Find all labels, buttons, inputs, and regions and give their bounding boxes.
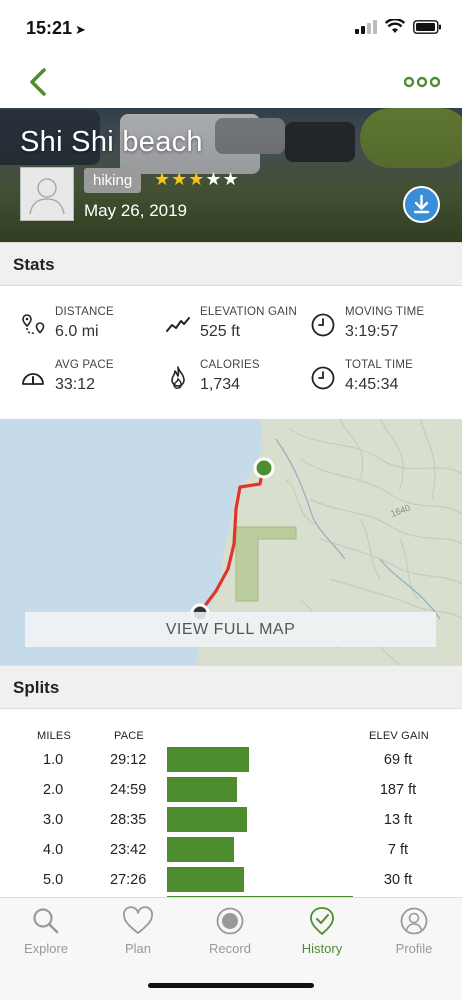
tab-label: Plan	[124, 941, 152, 956]
split-pace-bar	[167, 867, 244, 892]
stat-value: 4:45:34	[345, 376, 399, 393]
split-elev-gain: 187 ft	[379, 782, 417, 798]
star-empty-icon: ★★	[205, 169, 240, 189]
profile-icon	[400, 907, 428, 935]
clock-icon	[311, 366, 335, 390]
battery-icon	[413, 19, 441, 34]
stat-value: 3:19:57	[345, 323, 399, 340]
back-button[interactable]	[24, 64, 54, 100]
record-icon	[216, 907, 244, 935]
stat-label: AVG PACE	[55, 359, 114, 371]
stat-calories: CALORIES 1,734	[165, 359, 305, 403]
split-pace: 28:35	[110, 812, 147, 828]
hero-banner: Shi Shi beach hiking ★★★★★ May 26, 2019	[0, 108, 462, 242]
column-header-miles: MILES	[37, 730, 72, 742]
stat-label: CALORIES	[200, 359, 260, 371]
split-mile: 1.0	[43, 752, 64, 768]
tab-profile[interactable]: Profile	[368, 906, 460, 966]
status-bar: 15:21 ➤	[0, 0, 462, 58]
stat-moving-time: MOVING TIME 3:19:57	[310, 306, 450, 350]
stat-avg-pace: AVG PACE 33:12	[20, 359, 160, 403]
split-elev-gain: 69 ft	[383, 752, 413, 768]
signal-icon	[355, 19, 377, 34]
chevron-left-icon	[30, 68, 46, 96]
trail-title: Shi Shi beach	[20, 126, 203, 158]
stat-value: 525 ft	[200, 323, 241, 340]
flame-icon	[171, 366, 185, 389]
stat-value: 6.0 mi	[55, 323, 99, 340]
column-header-elev-gain: ELEV GAIN	[369, 730, 429, 742]
more-dots-icon	[403, 76, 441, 88]
view-full-map-button[interactable]: VIEW FULL MAP	[25, 612, 436, 647]
split-pace: 29:12	[110, 752, 147, 768]
more-button[interactable]	[403, 72, 441, 92]
stat-label: DISTANCE	[55, 306, 114, 318]
tab-label: Record	[209, 941, 251, 956]
tab-label: History	[301, 941, 343, 956]
nav-bar	[0, 58, 462, 108]
activity-badge: hiking	[84, 168, 142, 193]
split-pace-bar	[167, 747, 249, 772]
split-mile: 5.0	[43, 872, 64, 888]
download-button[interactable]	[403, 186, 440, 223]
stats-grid: DISTANCE 6.0 mi ELEVATION GAIN 525 ft MO…	[0, 286, 462, 419]
distance-icon	[22, 314, 45, 335]
split-pace: 24:59	[110, 782, 147, 798]
clock-icon	[311, 313, 335, 337]
stat-label: ELEVATION GAIN	[200, 306, 297, 318]
stat-label: MOVING TIME	[345, 306, 425, 318]
split-pace: 23:42	[110, 842, 147, 858]
tab-history[interactable]: History	[276, 906, 368, 966]
stat-total-time: TOTAL TIME 4:45:34	[310, 359, 450, 403]
split-pace-bar	[167, 777, 237, 802]
tab-plan[interactable]: Plan	[92, 906, 184, 966]
search-icon	[33, 908, 59, 934]
stat-value: 33:12	[55, 376, 96, 393]
tab-label: Explore	[23, 941, 69, 956]
elevation-gain-icon	[166, 317, 190, 332]
split-mile: 3.0	[43, 812, 64, 828]
stat-label: TOTAL TIME	[345, 359, 414, 371]
route-map[interactable]: 1640 VIEW FULL MAP	[0, 419, 462, 665]
splits-title: Splits	[13, 678, 60, 697]
tab-record[interactable]: Record	[184, 906, 276, 966]
split-row: 3.0 28:35 13 ft	[0, 806, 462, 836]
route-start-marker	[253, 457, 275, 479]
location-arrow-icon: ➤	[75, 22, 86, 37]
wifi-icon	[385, 19, 405, 33]
split-row: 2.0 24:59 187 ft	[0, 776, 462, 806]
split-row: 1.0 29:12 69 ft	[0, 746, 462, 776]
avatar-placeholder-icon	[29, 178, 65, 215]
stat-distance: DISTANCE 6.0 mi	[20, 306, 160, 350]
tab-explore[interactable]: Explore	[0, 906, 92, 966]
split-row: 5.0 27:26 30 ft	[0, 866, 462, 896]
split-mile: 2.0	[43, 782, 64, 798]
download-icon	[413, 194, 430, 214]
heart-icon	[123, 906, 153, 934]
split-elev-gain: 30 ft	[383, 872, 413, 888]
split-pace-bar	[167, 837, 234, 862]
pace-gauge-icon	[22, 373, 44, 385]
hike-date: May 26, 2019	[84, 201, 188, 220]
split-elev-gain: 7 ft	[387, 842, 409, 858]
split-pace: 27:26	[110, 872, 147, 888]
column-header-pace: PACE	[114, 730, 144, 742]
splits-header: Splits	[0, 665, 462, 709]
star-rating: ★★★★★	[154, 169, 240, 190]
star-icon: ★★★	[154, 169, 206, 189]
history-shield-icon	[310, 907, 334, 935]
stats-title: Stats	[13, 255, 55, 274]
stat-elevation-gain: ELEVATION GAIN 525 ft	[165, 306, 305, 350]
status-time: 15:21 ➤	[26, 18, 86, 38]
split-pace-bar	[167, 807, 247, 832]
split-mile: 4.0	[43, 842, 64, 858]
stat-value: 1,734	[200, 376, 241, 393]
split-row: 4.0 23:42 7 ft	[0, 836, 462, 866]
split-elev-gain: 13 ft	[383, 812, 413, 828]
tab-label: Profile	[395, 941, 433, 956]
avatar[interactable]	[20, 167, 74, 221]
home-indicator	[148, 983, 314, 988]
stats-header: Stats	[0, 242, 462, 286]
